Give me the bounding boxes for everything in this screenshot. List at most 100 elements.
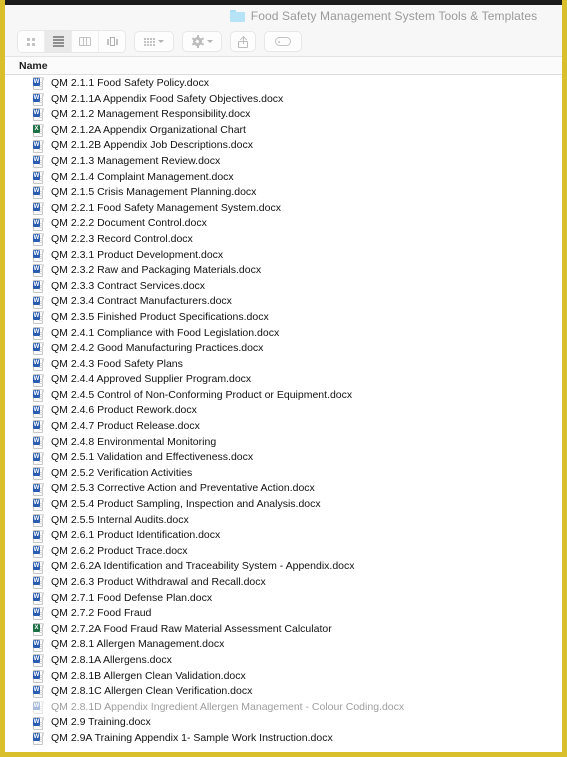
file-row[interactable]: W QM 2.6.3 Product Withdrawal and Recall.…: [5, 575, 562, 591]
chevron-down-icon: [158, 40, 164, 43]
file-row[interactable]: W QM 2.5.3 Corrective Action and Preventa…: [5, 481, 562, 497]
file-row[interactable]: W QM 2.3.2 Raw and Packaging Materials.do…: [5, 263, 562, 279]
file-row[interactable]: W QM 2.8.1D Appendix Ingredient Allergen …: [5, 700, 562, 716]
file-name: QM 2.8.1B Allergen Clean Validation.docx: [51, 669, 246, 682]
column-header-name[interactable]: Name: [19, 60, 48, 72]
file-row[interactable]: W QM 2.8.1B Allergen Clean Validation.doc…: [5, 669, 562, 685]
file-row[interactable]: W QM 2.3.3 Contract Services.docx: [5, 279, 562, 295]
file-row[interactable]: W QM 2.4.2 Good Manufacturing Practices.d…: [5, 341, 562, 357]
file-name: QM 2.3.4 Contract Manufacturers.docx: [51, 295, 232, 308]
file-name: QM 2.3.2 Raw and Packaging Materials.doc…: [51, 264, 262, 277]
file-row[interactable]: W QM 2.3.5 Finished Product Specification…: [5, 310, 562, 326]
file-row[interactable]: W QM 2.8.1 Allergen Management.docx: [5, 637, 562, 653]
share-button[interactable]: [230, 31, 256, 52]
word-file-icon: W: [33, 311, 44, 325]
word-file-icon: W: [33, 389, 44, 403]
list-icon: [52, 36, 64, 47]
view-mode-segmented-control[interactable]: [17, 30, 126, 53]
file-row[interactable]: W QM 2.6.1 Product Identification.docx: [5, 528, 562, 544]
file-row[interactable]: W QM 2.3.4 Contract Manufacturers.docx: [5, 294, 562, 310]
word-file-icon: W: [33, 155, 44, 169]
list-view-button[interactable]: [45, 31, 72, 52]
word-file-icon: W: [33, 139, 44, 153]
file-row[interactable]: W QM 2.4.5 Control of Non-Conforming Prod…: [5, 388, 562, 404]
word-file-icon: W: [33, 373, 44, 387]
file-row[interactable]: X QM 2.7.2A Food Fraud Raw Material Asses…: [5, 622, 562, 638]
gallery-icon: [106, 37, 119, 46]
file-row[interactable]: W QM 2.4.6 Product Rework.docx: [5, 403, 562, 419]
file-row[interactable]: W QM 2.1.2B Appendix Job Descriptions.doc…: [5, 138, 562, 154]
file-name: QM 2.9A Training Appendix 1- Sample Work…: [51, 731, 333, 744]
file-name: QM 2.6.2 Product Trace.docx: [51, 544, 188, 557]
file-row[interactable]: W QM 2.4.7 Product Release.docx: [5, 419, 562, 435]
group-by-button[interactable]: [134, 31, 174, 52]
word-file-icon: W: [33, 77, 44, 91]
file-name: QM 2.3.5 Finished Product Specifications…: [51, 310, 269, 323]
file-row[interactable]: W QM 2.5.5 Internal Audits.docx: [5, 513, 562, 529]
window-chrome-sliver: [5, 0, 562, 5]
file-name: QM 2.1.4 Complaint Management.docx: [51, 170, 234, 183]
word-file-icon: W: [33, 435, 44, 449]
file-name: QM 2.5.4 Product Sampling, Inspection an…: [51, 498, 321, 511]
file-row[interactable]: W QM 2.8.1A Allergens.docx: [5, 653, 562, 669]
file-row[interactable]: W QM 2.7.2 Food Fraud: [5, 606, 562, 622]
file-name: QM 2.1.1 Food Safety Policy.docx: [51, 77, 209, 89]
file-row[interactable]: W QM 2.2.2 Document Control.docx: [5, 216, 562, 232]
icon-view-button[interactable]: [18, 31, 45, 52]
excel-file-icon: X: [33, 124, 44, 138]
file-row[interactable]: X QM 2.1.2A Appendix Organizational Chart: [5, 123, 562, 139]
word-file-icon: W: [33, 498, 44, 512]
file-row[interactable]: W QM 2.1.5 Crisis Management Planning.doc…: [5, 185, 562, 201]
finder-toolbar: [5, 27, 562, 57]
file-row[interactable]: W QM 2.6.2 Product Trace.docx: [5, 544, 562, 560]
word-file-icon: W: [33, 404, 44, 418]
word-file-icon: W: [33, 560, 44, 574]
file-row[interactable]: W QM 2.4.4 Approved Supplier Program.docx: [5, 372, 562, 388]
file-row[interactable]: W QM 2.6.2A Identification and Traceabili…: [5, 559, 562, 575]
word-file-icon: W: [33, 342, 44, 356]
file-row[interactable]: W QM 2.8.1C Allergen Clean Verification.d…: [5, 684, 562, 700]
file-name: QM 2.7.1 Food Defense Plan.docx: [51, 591, 213, 604]
file-name: QM 2.8.1D Appendix Ingredient Allergen M…: [51, 700, 405, 713]
file-row[interactable]: W QM 2.9 Training.docx: [5, 715, 562, 731]
word-file-icon: W: [33, 202, 44, 216]
file-row[interactable]: W QM 2.9A Training Appendix 1- Sample Wor…: [5, 731, 562, 747]
file-name: QM 2.8.1C Allergen Clean Verification.do…: [51, 685, 253, 698]
file-name: QM 2.8.1 Allergen Management.docx: [51, 638, 225, 651]
word-file-icon: W: [33, 467, 44, 481]
file-row[interactable]: W QM 2.2.1 Food Safety Management System.…: [5, 201, 562, 217]
file-name: QM 2.2.1 Food Safety Management System.d…: [51, 201, 281, 214]
file-list[interactable]: W QM 2.1.1 Food Safety Policy.docx W QM 2.1…: [5, 75, 562, 747]
action-menu-button[interactable]: [182, 31, 222, 52]
word-file-icon: W: [33, 716, 44, 730]
file-row[interactable]: W QM 2.1.2 Management Responsibility.docx: [5, 107, 562, 123]
word-file-icon: W: [33, 92, 44, 106]
file-row[interactable]: W QM 2.3.1 Product Development.docx: [5, 248, 562, 264]
file-row[interactable]: W QM 2.7.1 Food Defense Plan.docx: [5, 591, 562, 607]
file-row[interactable]: W QM 2.5.1 Validation and Effectiveness.d…: [5, 450, 562, 466]
file-row[interactable]: W QM 2.1.4 Complaint Management.docx: [5, 170, 562, 186]
file-row[interactable]: W QM 2.5.2 Verification Activities: [5, 466, 562, 482]
file-row[interactable]: W QM 2.4.3 Food Safety Plans: [5, 357, 562, 373]
window-title-group: Food Safety Management System Tools & Te…: [229, 9, 537, 23]
tag-icon: [275, 37, 291, 46]
capture-frame-corner: [0, 0, 5, 5]
tags-button[interactable]: [264, 31, 302, 52]
file-name: QM 2.5.3 Corrective Action and Preventat…: [51, 482, 315, 495]
file-row[interactable]: W QM 2.1.3 Management Review.docx: [5, 154, 562, 170]
file-row[interactable]: W QM 2.4.1 Compliance with Food Legislati…: [5, 326, 562, 342]
file-row[interactable]: W QM 2.4.8 Environmental Monitoring: [5, 435, 562, 451]
word-file-icon: W: [33, 108, 44, 122]
word-file-icon: W: [33, 186, 44, 200]
column-view-button[interactable]: [72, 31, 99, 52]
file-row[interactable]: W QM 2.1.1A Appendix Food Safety Objectiv…: [5, 92, 562, 108]
gallery-view-button[interactable]: [99, 31, 125, 52]
file-name: QM 2.2.3 Record Control.docx: [51, 232, 193, 245]
word-file-icon: W: [33, 654, 44, 668]
finder-window: Food Safety Management System Tools & Te…: [5, 5, 562, 752]
file-row[interactable]: W QM 2.5.4 Product Sampling, Inspection a…: [5, 497, 562, 513]
file-row[interactable]: W QM 2.1.1 Food Safety Policy.docx: [5, 76, 562, 92]
capture-frame-bottom: [0, 752, 567, 757]
file-row[interactable]: W QM 2.2.3 Record Control.docx: [5, 232, 562, 248]
file-name: QM 2.4.8 Environmental Monitoring: [51, 435, 217, 448]
